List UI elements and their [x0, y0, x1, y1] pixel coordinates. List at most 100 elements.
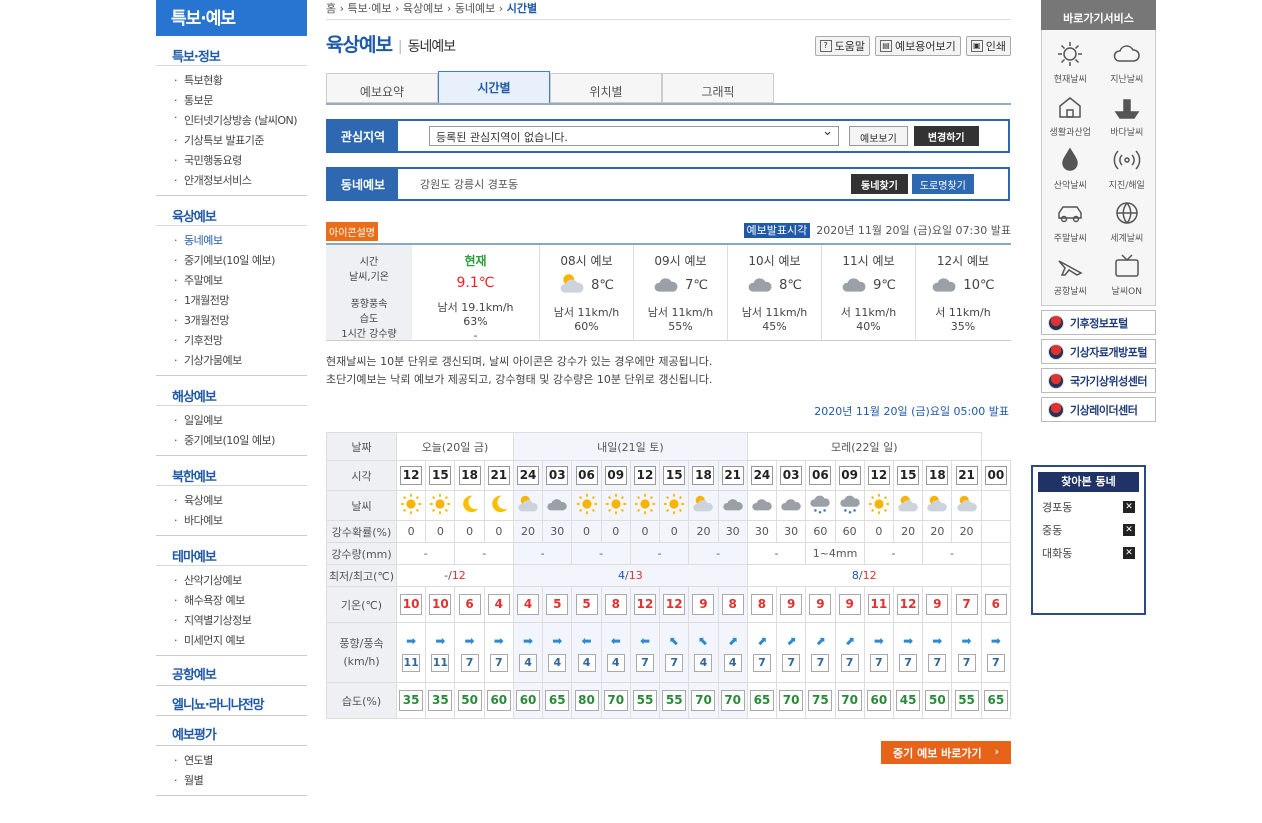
breadcrumb-item[interactable]: 동네예보	[455, 2, 495, 15]
lnb-item[interactable]: 중기예보(10일 예보)	[174, 431, 307, 451]
tab-summary[interactable]: 예보요약	[326, 73, 438, 103]
lnb-item[interactable]: 미세먼지 예보	[174, 631, 307, 651]
lnb-heading[interactable]: 테마예보	[156, 536, 307, 566]
issue-time-text: 2020년 11월 20일 (금)요일 07:30 발표	[816, 224, 1011, 237]
external-link[interactable]: 기상자료개방포털	[1041, 339, 1156, 364]
quick-link[interactable]: 생활과산업	[1042, 88, 1099, 141]
wind-cell: ⬅ 4	[600, 622, 631, 683]
external-link[interactable]: 국가기상위성센터	[1041, 368, 1156, 393]
quick-link-label: 날씨ON	[1111, 287, 1142, 297]
quick-link[interactable]: 주말날씨	[1042, 194, 1099, 247]
lnb-item[interactable]: 월별	[174, 771, 307, 791]
road-name-button[interactable]: 도로명찾기	[911, 174, 974, 194]
pop-cell: 0	[600, 520, 631, 543]
lnb-heading[interactable]: 북한예보	[156, 456, 307, 486]
quick-link[interactable]: 지난날씨	[1099, 35, 1156, 88]
terms-button[interactable]: ▤ 예보용어보기	[875, 36, 961, 56]
recent-item[interactable]: 중동 ✕	[1038, 522, 1139, 538]
humidity-cell: 60	[483, 682, 514, 719]
row-label: 강수확률(%)	[326, 520, 397, 543]
quick-link[interactable]: 산악날씨	[1042, 141, 1099, 194]
breadcrumb-home[interactable]: 홈	[326, 2, 336, 15]
icon-help-button[interactable]: 아이콘설명	[326, 222, 378, 241]
lnb-heading[interactable]: 특보·정보	[156, 36, 307, 66]
sun-icon	[571, 490, 602, 521]
lnb-item[interactable]: 산악기상예보	[174, 571, 307, 591]
wind-cell: ⬉ 7	[659, 622, 690, 683]
external-link[interactable]: 기상레이더센터	[1041, 397, 1156, 422]
help-button[interactable]: ? 도움말	[814, 36, 871, 56]
pop-cell: 0	[629, 520, 661, 543]
lnb-item[interactable]: 통보문	[174, 91, 307, 111]
humidity-cell: 75	[805, 682, 836, 719]
find-town-button[interactable]: 동네찾기	[851, 174, 908, 194]
pop-cell: 30	[717, 520, 748, 543]
lnb-item[interactable]: 인터넷기상방송 (날씨ON)	[174, 111, 307, 131]
breadcrumb-item[interactable]: 특보·예보	[348, 2, 392, 15]
close-icon[interactable]: ✕	[1123, 501, 1135, 513]
cloudy-icon	[542, 490, 573, 521]
sun-icon	[425, 490, 456, 521]
wind-cell: ⬈ 7	[776, 622, 807, 683]
close-icon[interactable]: ✕	[1123, 524, 1135, 536]
lnb-item[interactable]: 국민행동요령	[174, 151, 307, 171]
quick-link[interactable]: 세계날씨	[1099, 194, 1156, 247]
lnb-item[interactable]: 안개정보서비스	[174, 171, 307, 191]
lnb-heading[interactable]: 공항예보	[156, 656, 307, 686]
row-hour: 시각 12 15 18 21 24 03 06 09 12 15 18 21 24 03 06 09 12 15 18…	[326, 460, 1012, 491]
forecast-view-button[interactable]: 예보보기	[849, 126, 908, 146]
row-temp: 기온(℃) 10 10 6 4 4 5 5 8 12 12 9 8 8 9 9 9 11 12 9 7 6	[326, 586, 1012, 623]
quick-link[interactable]: 바다날씨	[1099, 88, 1156, 141]
lnb-item[interactable]: 특보현황	[174, 71, 307, 91]
lnb-heading[interactable]: 육상예보	[156, 196, 307, 226]
lnb-item[interactable]: 일일예보	[174, 411, 307, 431]
mid-forecast-button[interactable]: 중기 예보 바로가기 ›	[881, 741, 1011, 764]
lnb-item[interactable]: 1개월전망	[174, 291, 307, 311]
ship-icon	[1099, 92, 1156, 122]
lnb-item[interactable]: 연도별	[174, 751, 307, 771]
lnb-item[interactable]: 바다예보	[174, 511, 307, 531]
change-button[interactable]: 변경하기	[913, 126, 979, 146]
lnb-item[interactable]: 해수욕장 예보	[174, 591, 307, 611]
recent-item[interactable]: 경포동 ✕	[1038, 499, 1139, 515]
temp-cell: 8	[717, 586, 748, 623]
lnb-heading[interactable]: 해상예보	[156, 376, 307, 406]
lnb-item[interactable]: 기후전망	[174, 331, 307, 351]
lnb-item[interactable]: 주말예보	[174, 271, 307, 291]
print-button[interactable]: ▣ 인쇄	[965, 36, 1011, 56]
recent-item[interactable]: 대화동 ✕	[1038, 545, 1139, 561]
lnb-section: 테마예보산악기상예보해수욕장 예보지역별기상정보미세먼지 예보	[156, 536, 307, 656]
pop-cell: 0	[395, 520, 427, 543]
external-link[interactable]: 기후정보포털	[1041, 310, 1156, 335]
humidity-cell: 65	[980, 682, 1012, 719]
temp-cell: 8	[600, 586, 631, 623]
cloudy-icon	[746, 490, 778, 521]
lnb-heading[interactable]: 엘니뇨·라니냐전망	[156, 686, 307, 716]
lnb-item[interactable]: 3개월전망	[174, 311, 307, 331]
wind-arrow-icon: ➡	[464, 633, 475, 648]
lnb-item[interactable]: 육상예보	[174, 491, 307, 511]
row-label: 강수량(mm)	[326, 542, 397, 565]
lnb-item[interactable]: 중기예보(10일 예보)	[174, 251, 307, 271]
tab-location[interactable]: 위치별	[550, 73, 662, 103]
interest-select[interactable]: 등록된 관심지역이 없습니다.	[429, 124, 839, 146]
tab-hourly[interactable]: 시간별	[438, 71, 550, 103]
close-icon[interactable]: ✕	[1123, 547, 1135, 559]
quick-link[interactable]: 공항날씨	[1042, 247, 1099, 300]
lnb-item[interactable]: 동네예보	[174, 231, 307, 251]
lnb-item[interactable]: 기상가뭄예보	[174, 351, 307, 371]
lnb-item[interactable]: 지역별기상정보	[174, 611, 307, 631]
current-row-labels: 시간 날씨,기온 풍향풍속 습도 1시간 강수량	[326, 245, 412, 340]
quick-link[interactable]: 날씨ON	[1099, 247, 1156, 300]
hour-cell: 15	[892, 460, 924, 491]
lnb-heading[interactable]: 예보평가	[156, 716, 307, 746]
lnb-item[interactable]: 기상특보 발표기준	[174, 131, 307, 151]
breadcrumb-item[interactable]: 육상예보	[403, 2, 443, 15]
tab-graphic[interactable]: 그래픽	[662, 73, 774, 103]
humidity-cell: 60	[863, 682, 894, 719]
quick-link[interactable]: 지진/해일	[1099, 141, 1156, 194]
hour-cell: 12	[863, 460, 894, 491]
quick-link[interactable]: 현재날씨	[1042, 35, 1099, 88]
temp-cell: 4	[483, 586, 514, 623]
house-icon	[1042, 92, 1099, 122]
